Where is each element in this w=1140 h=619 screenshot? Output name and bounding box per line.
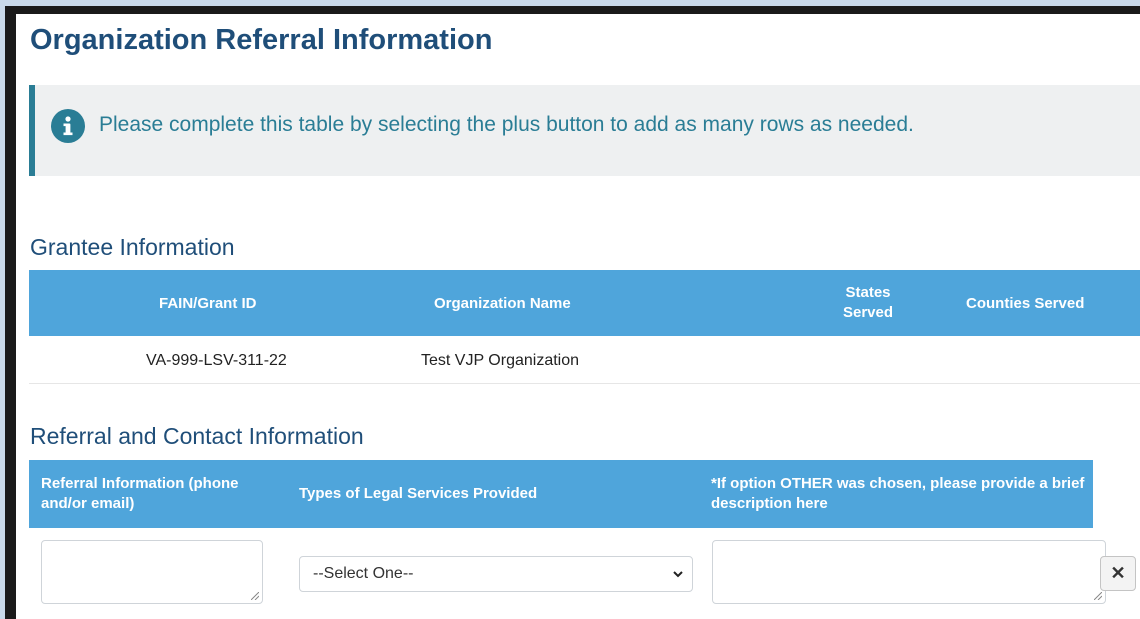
- info-alert: Please complete this table by selecting …: [29, 85, 1140, 176]
- resize-handle-icon[interactable]: [251, 592, 259, 600]
- referral-table-header: Referral Information (phone and/or email…: [29, 460, 1093, 528]
- row-divider: [29, 383, 1140, 384]
- header-fain: FAIN/Grant ID: [159, 295, 257, 312]
- grantee-fain-cell: VA-999-LSV-311-22: [146, 352, 287, 369]
- header-legal-services: Types of Legal Services Provided: [299, 485, 538, 502]
- chevron-down-icon: [673, 571, 683, 578]
- resize-handle-icon[interactable]: [1094, 592, 1102, 600]
- other-description-textarea[interactable]: [712, 540, 1106, 604]
- legal-services-selected-value: --Select One--: [313, 565, 414, 582]
- alert-message: Please complete this table by selecting …: [99, 113, 914, 136]
- header-organization-name: Organization Name: [434, 295, 571, 312]
- referral-info-textarea[interactable]: [41, 540, 263, 604]
- grantee-table-header: FAIN/Grant ID Organization Name States S…: [29, 270, 1140, 336]
- form-page: Organization Referral Information Please…: [16, 14, 1140, 619]
- referral-section-title: Referral and Contact Information: [30, 423, 364, 449]
- header-counties-served: Counties Served: [966, 295, 1085, 312]
- close-icon: ✕: [1110, 563, 1126, 583]
- legal-services-select[interactable]: --Select One--: [299, 556, 693, 592]
- page-title: Organization Referral Information: [30, 24, 493, 56]
- grantee-section-title: Grantee Information: [30, 234, 235, 260]
- grantee-org-name-cell: Test VJP Organization: [421, 352, 580, 369]
- header-states-served: States Served: [842, 284, 894, 321]
- info-icon: [51, 109, 85, 143]
- header-referral-info: Referral Information (phone and/or email…: [41, 475, 239, 512]
- header-other-description: *If option OTHER was chosen, please prov…: [711, 475, 1085, 512]
- remove-row-button[interactable]: ✕: [1100, 556, 1136, 591]
